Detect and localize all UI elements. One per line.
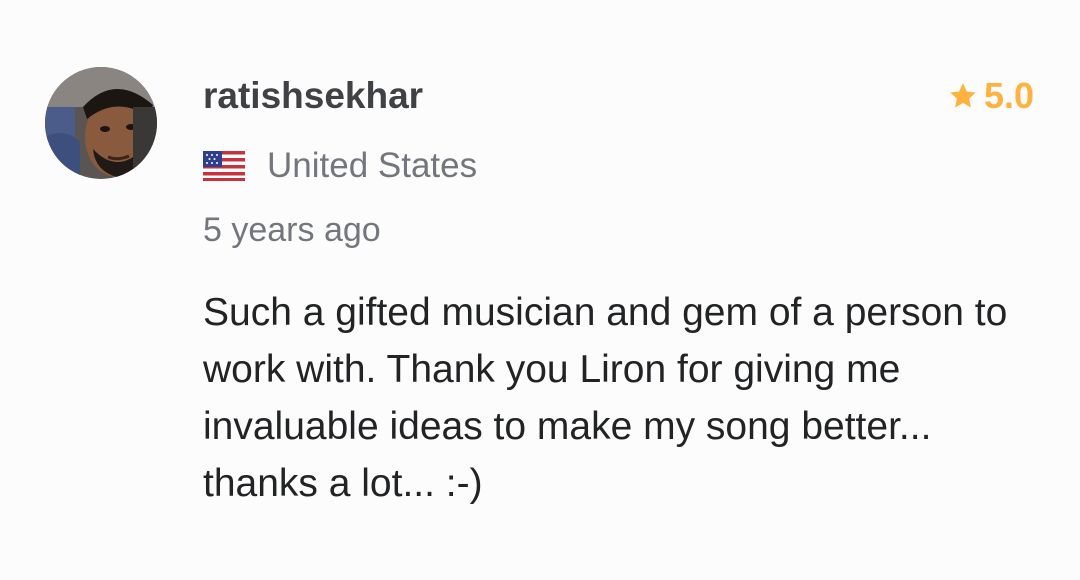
reviewer-username[interactable]: ratishsekhar xyxy=(203,72,423,120)
avatar[interactable] xyxy=(45,67,157,179)
review-timestamp: 5 years ago xyxy=(203,211,381,249)
reviewer-country: United States xyxy=(203,144,477,188)
country-name: United States xyxy=(267,146,478,185)
review-card: ratishsekhar 5.0 United States 5 years a… xyxy=(0,0,1080,580)
avatar-photo xyxy=(45,67,157,179)
rating: 5.0 xyxy=(948,74,1034,118)
star-icon xyxy=(948,81,978,111)
us-flag-icon xyxy=(203,151,245,181)
rating-value: 5.0 xyxy=(983,75,1034,116)
review-text: Such a gifted musician and gem of a pers… xyxy=(203,291,1008,505)
